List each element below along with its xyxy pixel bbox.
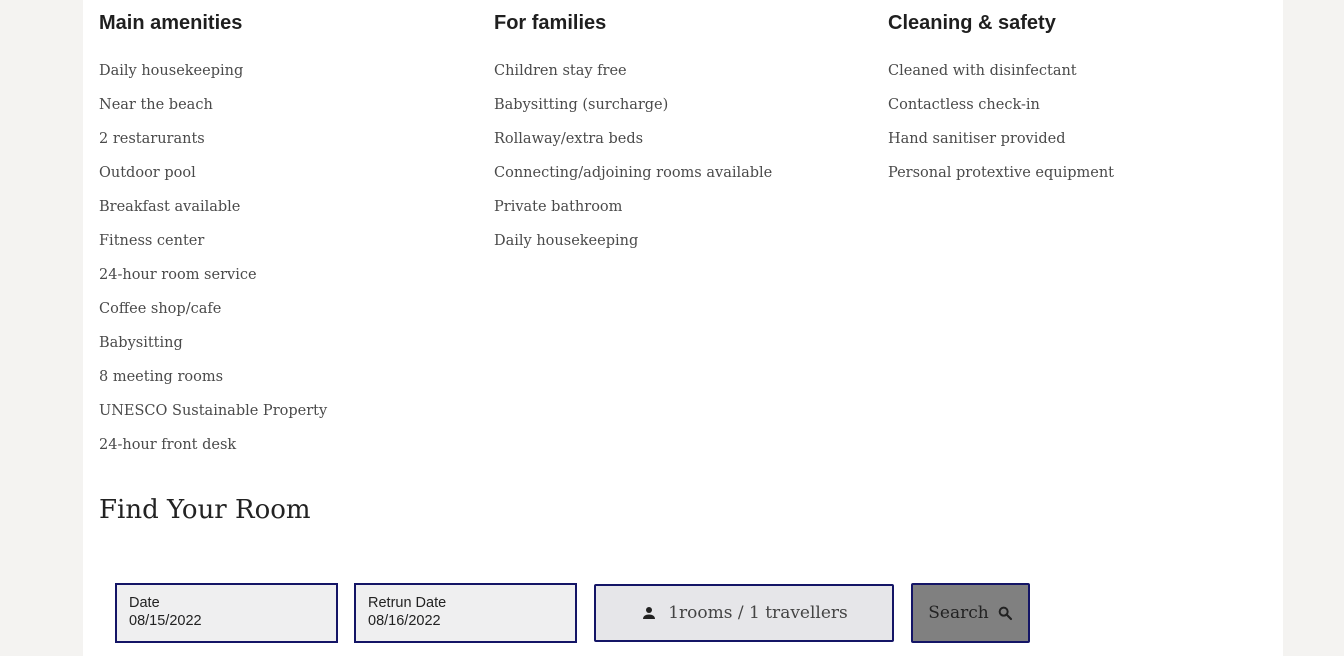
list-item: Daily housekeeping: [494, 233, 639, 249]
return-date-field-label: Retrun Date: [368, 595, 447, 611]
list-item: Children stay free: [494, 63, 627, 79]
amenity-list: Daily housekeeping Near the beach 2 rest…: [99, 54, 327, 462]
list-item: Connecting/adjoining rooms available: [494, 165, 773, 181]
list-item: Fitness center: [99, 233, 205, 249]
person-icon: [640, 604, 658, 622]
search-icon: [997, 605, 1013, 621]
date-field[interactable]: Date: [115, 583, 338, 643]
return-date-input[interactable]: [368, 613, 568, 629]
list-item: Breakfast available: [99, 199, 241, 215]
search-button-label: Search: [928, 603, 989, 623]
list-item: Contactless check-in: [888, 97, 1040, 113]
search-button[interactable]: Search: [911, 583, 1030, 643]
rooms-travellers-selector[interactable]: 1rooms / 1 travellers: [594, 584, 894, 642]
amenity-list: Children stay free Babysitting (surcharg…: [494, 54, 772, 258]
list-item: Outdoor pool: [99, 165, 196, 181]
amenities-column-families: For families Children stay free Babysitt…: [494, 0, 772, 258]
list-item: UNESCO Sustainable Property: [99, 403, 328, 419]
column-title: For families: [494, 12, 607, 34]
list-item: 8 meeting rooms: [99, 369, 224, 385]
list-item: Near the beach: [99, 97, 213, 113]
list-item: Cleaned with disinfectant: [888, 63, 1077, 79]
list-item: Babysitting (surcharge): [494, 97, 669, 113]
list-item: Rollaway/extra beds: [494, 131, 644, 147]
date-field-label: Date: [129, 595, 160, 611]
list-item: Personal protextive equipment: [888, 165, 1115, 181]
list-item: Hand sanitiser provided: [888, 131, 1066, 147]
amenities-column-cleaning: Cleaning & safety Cleaned with disinfect…: [888, 0, 1114, 190]
list-item: Coffee shop/cafe: [99, 301, 222, 317]
list-item: 24-hour room service: [99, 267, 257, 283]
find-room-title: Find Your Room: [99, 495, 311, 525]
amenities-column-main: Main amenities Daily housekeeping Near t…: [99, 0, 327, 462]
list-item: Daily housekeeping: [99, 63, 244, 79]
list-item: 24-hour front desk: [99, 437, 237, 453]
page-content: Main amenities Daily housekeeping Near t…: [83, 0, 1283, 656]
list-item: 2 restarurants: [99, 131, 205, 147]
list-item: Babysitting: [99, 335, 183, 351]
rooms-travellers-text: 1rooms / 1 travellers: [668, 603, 848, 623]
date-input[interactable]: [129, 613, 329, 629]
amenity-list: Cleaned with disinfectant Contactless ch…: [888, 54, 1114, 190]
column-title: Main amenities: [99, 12, 243, 34]
return-date-field[interactable]: Retrun Date: [354, 583, 577, 643]
column-title: Cleaning & safety: [888, 12, 1056, 34]
list-item: Private bathroom: [494, 199, 623, 215]
